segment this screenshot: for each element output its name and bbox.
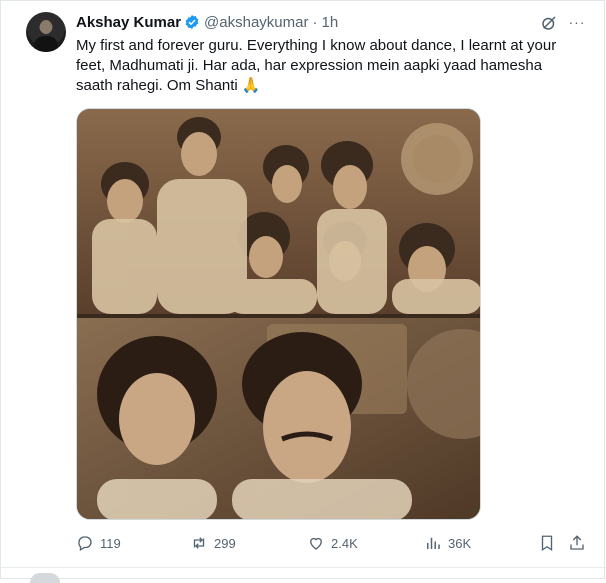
repost-button[interactable]: 299 (190, 530, 236, 556)
bookmark-button[interactable] (538, 530, 556, 556)
repost-icon (193, 537, 205, 549)
photo-image (77, 109, 480, 519)
bookmark-icon (541, 535, 553, 552)
reply-count: 119 (100, 535, 121, 551)
post-time[interactable]: 1h (321, 14, 338, 31)
repost-count: 299 (214, 535, 236, 551)
views-count: 36K (448, 535, 472, 551)
like-count: 2.4K (331, 535, 358, 551)
like-icon (310, 537, 322, 550)
reply-button[interactable]: 119 (76, 530, 121, 556)
separator-dot: · (312, 13, 318, 31)
views-icon (427, 537, 440, 549)
avatar-body (34, 36, 58, 52)
grok-icon[interactable] (540, 14, 558, 32)
avatar[interactable] (26, 12, 66, 52)
action-bar: 119 299 2.4K 36K (0, 530, 606, 556)
author-handle[interactable]: @akshaykumar (204, 14, 308, 31)
reply-icon (78, 536, 92, 551)
avatar-head (40, 20, 52, 34)
like-button[interactable]: 2.4K (307, 530, 358, 556)
more-icon[interactable]: ··· (567, 14, 587, 32)
share-icon (570, 535, 584, 550)
verified-badge-icon (185, 15, 199, 29)
post-header: Akshay Kumar @akshaykumar · 1h (76, 12, 338, 32)
views-button[interactable]: 36K (424, 530, 471, 556)
next-post-avatar (30, 573, 60, 583)
divider (0, 567, 606, 568)
post-text: My first and forever guru. Everything I … (76, 37, 557, 94)
post-photo[interactable] (76, 108, 481, 520)
author-name[interactable]: Akshay Kumar (76, 14, 181, 31)
share-button[interactable] (568, 530, 586, 556)
